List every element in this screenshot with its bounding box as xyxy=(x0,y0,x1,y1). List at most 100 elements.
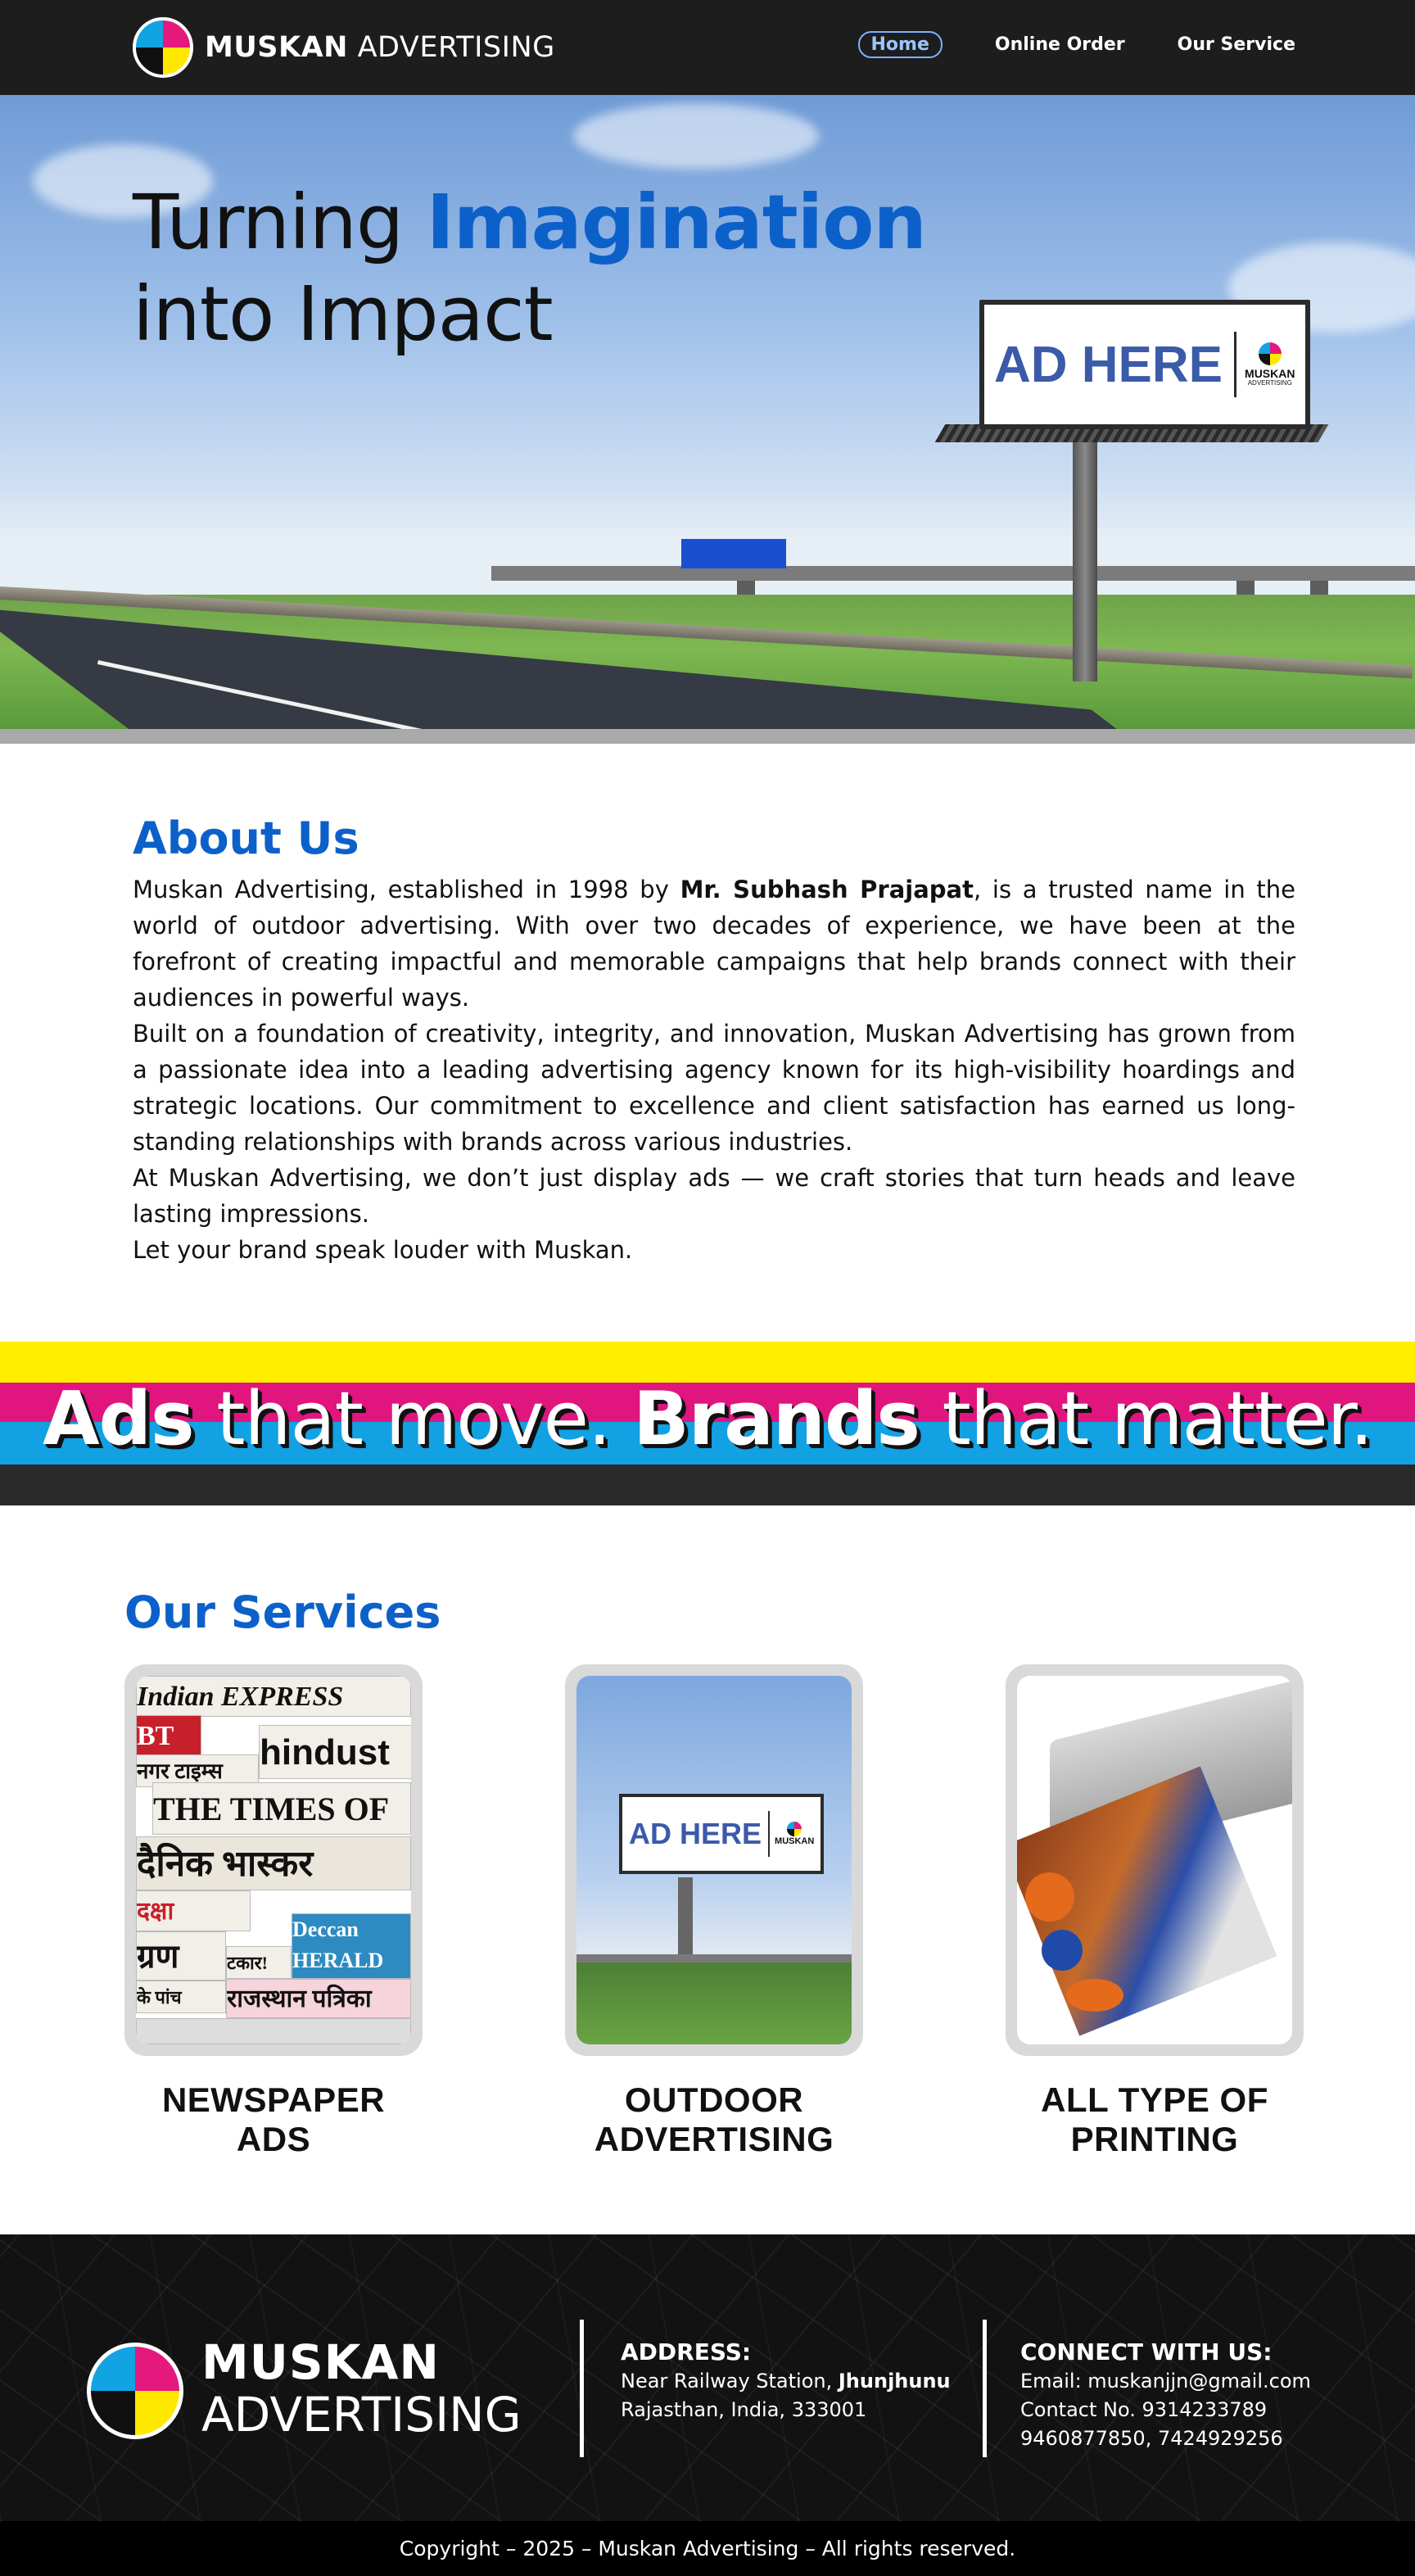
cmyk-logo-icon xyxy=(787,1822,802,1836)
hero-title: Turning Imagination into Impact xyxy=(133,177,927,360)
newspaper-collage-image: Indian EXPRESS BT नगर टाइम्स hindust THE… xyxy=(136,1676,411,2044)
nav-link-home[interactable]: Home xyxy=(857,31,943,58)
truck-image xyxy=(681,539,786,568)
footer-address: ADDRESS: Near Railway Station, Jhunjhunu… xyxy=(621,2338,951,2424)
ink-splash xyxy=(1066,1979,1123,2012)
tagline-part-4: that matter. xyxy=(919,1376,1374,1462)
mini-billboard: AD HERE MUSKAN xyxy=(619,1794,824,1874)
newspaper-headline: राजस्थान पत्रिका xyxy=(226,1979,411,2018)
mini-flyover xyxy=(576,1954,852,1963)
service-card-printing[interactable] xyxy=(1006,1664,1304,2056)
cmyk-logo-icon xyxy=(1258,342,1282,365)
hero-title-part1: Turning xyxy=(133,179,427,266)
service-label-outdoor: OUTDOOR ADVERTISING xyxy=(565,2080,863,2159)
service-label-newspaper: NEWSPAPER ADS xyxy=(124,2080,423,2159)
footer-brand-line1: MUSKAN xyxy=(201,2334,440,2390)
nav-link-online-order[interactable]: Online Order xyxy=(995,34,1125,55)
connect-heading: CONNECT WITH US: xyxy=(1020,2338,1273,2365)
tagline-word-ads: Ads xyxy=(42,1376,195,1462)
cmyk-logo-icon xyxy=(87,2343,183,2439)
cmyk-logo-icon xyxy=(133,17,193,78)
nav-links: Home Online Order Our Service xyxy=(857,31,1295,58)
ink-splash xyxy=(1025,1872,1074,1922)
billboard-pole xyxy=(1073,439,1097,681)
tagline-text: Ads that move. Brands that matter. xyxy=(0,1374,1415,1465)
address-line-1-pre: Near Railway Station, xyxy=(621,2370,839,2393)
nav-link-our-service[interactable]: Our Service xyxy=(1178,34,1295,55)
service-label-line2: ADVERTISING xyxy=(594,2120,834,2158)
hero-bottom-border xyxy=(0,729,1415,744)
about-title: About Us xyxy=(133,813,359,864)
contact-phone-alt-link[interactable]: 9460877850, 7424929256 xyxy=(1020,2424,1311,2453)
address-line-2: Rajasthan, India, 333001 xyxy=(621,2398,867,2421)
outdoor-billboard-image: AD HERE MUSKAN xyxy=(576,1676,852,2044)
copyright-text: Copyright – 2025 – Muskan Advertising – … xyxy=(0,2521,1415,2576)
contact-phone-link[interactable]: Contact No. 9314233789 xyxy=(1020,2396,1311,2424)
hero-banner: Turning Imagination into Impact AD HERE … xyxy=(0,95,1415,729)
service-card-outdoor[interactable]: AD HERE MUSKAN xyxy=(565,1664,863,2056)
site-footer: MUSKAN ADVERTISING ADDRESS: Near Railway… xyxy=(0,2234,1415,2521)
about-paragraph-1: Muskan Advertising, established in 1998 … xyxy=(133,871,1295,1016)
billboard-brand: MUSKAN xyxy=(1245,367,1295,380)
founder-name: Mr. Subhash Prajapat xyxy=(680,876,974,903)
newspaper-strip xyxy=(136,2018,411,2044)
about-p1-pre: Muskan Advertising, established in 1998 … xyxy=(133,876,680,903)
footer-brand-line2: ADVERTISING xyxy=(201,2387,522,2442)
newspaper-headline: THE TIMES OF xyxy=(152,1782,411,1835)
ink-splash xyxy=(1042,1930,1083,1971)
newspaper-headline: दैनिक भास्कर xyxy=(136,1836,411,1890)
about-paragraph-3: At Muskan Advertising, we don’t just dis… xyxy=(133,1164,1295,1228)
newspaper-headline: BT xyxy=(136,1715,201,1756)
tagline-part-2: that move. xyxy=(193,1376,634,1462)
newspaper-headline: hindust xyxy=(259,1725,411,1779)
service-label-line1: ALL TYPE OF xyxy=(1041,2080,1268,2119)
newspaper-headline: Deccan HERALD xyxy=(292,1913,411,1979)
top-navbar: MUSKAN ADVERTISING Home Online Order Our… xyxy=(0,0,1415,95)
address-line-1: Near Railway Station, Jhunjhunu xyxy=(621,2367,951,2396)
printer-image xyxy=(1017,1676,1292,2044)
brand-logo-link[interactable]: MUSKAN ADVERTISING xyxy=(133,16,555,79)
billboard-logo: MUSKAN ADVERTISING xyxy=(1245,342,1295,387)
billboard-divider xyxy=(1234,332,1237,397)
footer-contact: CONNECT WITH US: Email: muskanjjn@gmail.… xyxy=(1020,2338,1311,2453)
hero-billboard: AD HERE MUSKAN ADVERTISING xyxy=(979,300,1310,429)
brand-name-bold: MUSKAN xyxy=(205,31,348,64)
address-heading: ADDRESS: xyxy=(621,2338,752,2365)
service-card-newspaper[interactable]: Indian EXPRESS BT नगर टाइम्स hindust THE… xyxy=(124,1664,423,2056)
newspaper-headline: ग्रण xyxy=(136,1931,226,1981)
flyover-bridge xyxy=(491,566,1415,581)
contact-email-link[interactable]: Email: muskanjjn@gmail.com xyxy=(1020,2367,1311,2396)
about-body: Muskan Advertising, established in 1998 … xyxy=(133,871,1295,1268)
mini-billboard-logo: MUSKAN xyxy=(775,1822,814,1846)
service-label-line1: OUTDOOR xyxy=(624,2080,804,2119)
mini-billboard-brand: MUSKAN xyxy=(775,1836,815,1846)
service-label-line2: ADS xyxy=(236,2120,311,2158)
newspaper-headline: दक्षा xyxy=(136,1890,251,1931)
about-section: About Us Muskan Advertising, established… xyxy=(133,811,1295,1268)
billboard-brand-sub: ADVERTISING xyxy=(1247,379,1292,387)
tagline-band: Ads that move. Brands that matter. xyxy=(0,1342,1415,1505)
service-label-line2: PRINTING xyxy=(1070,2120,1239,2158)
brand-name: MUSKAN ADVERTISING xyxy=(205,31,555,64)
newspaper-headline: Indian EXPRESS xyxy=(136,1676,411,1717)
brand-name-light: ADVERTISING xyxy=(357,31,555,64)
mini-billboard-text: AD HERE xyxy=(629,1817,762,1850)
billboard-text: AD HERE xyxy=(994,336,1223,393)
newspaper-headline: के पांच xyxy=(136,1981,226,2013)
band-black xyxy=(0,1465,1415,1505)
footer-brand: MUSKAN ADVERTISING xyxy=(201,2336,522,2441)
address-city: Jhunjhunu xyxy=(838,2370,951,2393)
about-paragraph-4: Let your brand speak louder with Muskan. xyxy=(133,1236,633,1264)
footer-divider xyxy=(983,2320,987,2457)
mini-billboard-divider xyxy=(768,1811,771,1857)
about-paragraph-2: Built on a foundation of creativity, int… xyxy=(133,1020,1295,1156)
service-label-line1: NEWSPAPER xyxy=(161,2080,386,2119)
service-label-printing: ALL TYPE OF PRINTING xyxy=(1006,2080,1304,2159)
cloud-decoration xyxy=(573,103,819,169)
hero-title-line2: into Impact xyxy=(133,270,554,358)
mini-grass xyxy=(576,1963,852,2044)
footer-divider xyxy=(580,2320,584,2457)
tagline-word-brands: Brands xyxy=(633,1376,920,1462)
newspaper-headline: टकार! xyxy=(226,1946,292,1979)
hero-title-accent: Imagination xyxy=(426,179,927,266)
